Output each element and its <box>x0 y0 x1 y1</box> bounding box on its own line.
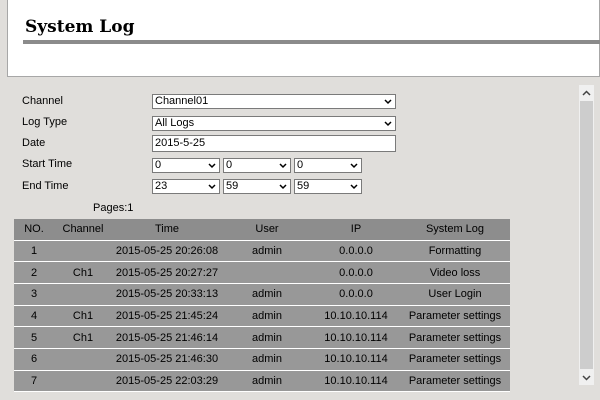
start-second-value: 0 <box>297 159 304 171</box>
cell-user: admin <box>222 240 312 263</box>
date-input[interactable]: 2015-5-25 <box>152 135 396 152</box>
cell-time: 2015-05-25 22:03:29 <box>112 370 222 393</box>
scroll-up-button[interactable] <box>579 85 594 100</box>
cell-no: 2 <box>14 261 54 284</box>
cell-time: 2015-05-25 20:27:27 <box>112 261 222 284</box>
table-row[interactable]: 3 2015-05-25 20:33:13 admin 0.0.0.0 User… <box>14 283 510 306</box>
chevron-down-icon <box>350 163 358 169</box>
cell-user: admin <box>222 305 312 328</box>
cell-time: 2015-05-25 20:33:13 <box>112 283 222 306</box>
cell-time: 2015-05-25 21:46:14 <box>112 326 222 349</box>
start-hour-select[interactable]: 0 <box>152 158 220 173</box>
chevron-down-icon <box>279 184 287 190</box>
cell-user: admin <box>222 326 312 349</box>
logtype-select[interactable]: All Logs <box>152 116 396 131</box>
chevron-down-icon <box>582 374 591 381</box>
start-minute-select[interactable]: 0 <box>223 158 291 173</box>
column-header-ip: IP <box>312 219 400 241</box>
cell-channel <box>54 348 112 371</box>
end-time-label: End Time <box>22 180 69 192</box>
cell-ip: 0.0.0.0 <box>312 261 400 284</box>
table-row[interactable]: 4 Ch1 2015-05-25 21:45:24 admin 10.10.10… <box>14 305 510 328</box>
cell-no: 3 <box>14 283 54 306</box>
channel-select[interactable]: Channel01 <box>152 94 396 109</box>
cell-no: 4 <box>14 305 54 328</box>
chevron-down-icon <box>279 163 287 169</box>
cell-channel <box>54 283 112 306</box>
cell-channel <box>54 240 112 263</box>
end-second-select[interactable]: 59 <box>294 179 362 194</box>
end-minute-value: 59 <box>226 180 239 192</box>
cell-ip: 10.10.10.114 <box>312 305 400 328</box>
cell-ip: 10.10.10.114 <box>312 326 400 349</box>
cell-system-log: Parameter settings <box>400 370 510 393</box>
cell-channel: Ch1 <box>54 261 112 284</box>
cell-no: 5 <box>14 326 54 349</box>
cell-time: 2015-05-25 21:45:24 <box>112 305 222 328</box>
cell-system-log: Video loss <box>400 261 510 284</box>
channel-select-value: Channel01 <box>155 95 209 107</box>
cell-user <box>222 261 312 284</box>
start-hour-value: 0 <box>155 159 162 171</box>
scroll-down-button[interactable] <box>579 370 594 385</box>
table-header-row: NO. Channel Time User IP System Log <box>14 219 510 241</box>
chevron-down-icon <box>384 99 392 105</box>
cell-system-log: Formatting <box>400 240 510 263</box>
end-second-value: 59 <box>297 180 310 192</box>
chevron-down-icon <box>384 121 392 127</box>
column-header-time: Time <box>112 219 222 241</box>
cell-channel: Ch1 <box>54 305 112 328</box>
logtype-label: Log Type <box>22 116 68 128</box>
cell-ip: 0.0.0.0 <box>312 240 400 263</box>
cell-no: 7 <box>14 370 54 393</box>
table-row[interactable]: 7 2015-05-25 22:03:29 admin 10.10.10.114… <box>14 370 510 393</box>
cell-system-log: User Login <box>400 283 510 306</box>
cell-user: admin <box>222 283 312 306</box>
chevron-down-icon <box>350 184 358 190</box>
end-hour-select[interactable]: 23 <box>152 179 220 194</box>
title-divider <box>23 40 600 44</box>
end-minute-select[interactable]: 59 <box>223 179 291 194</box>
column-header-user: User <box>222 219 312 241</box>
chevron-up-icon <box>582 89 591 96</box>
cell-system-log: Parameter settings <box>400 348 510 371</box>
page-header: System Log <box>7 0 600 77</box>
column-header-no: NO. <box>14 219 54 241</box>
cell-channel <box>54 370 112 393</box>
end-hour-value: 23 <box>155 180 168 192</box>
table-row[interactable]: 2 Ch1 2015-05-25 20:27:27 0.0.0.0 Video … <box>14 261 510 284</box>
cell-system-log: Parameter settings <box>400 326 510 349</box>
chevron-down-icon <box>208 184 216 190</box>
cell-ip: 10.10.10.114 <box>312 370 400 393</box>
cell-user: admin <box>222 370 312 393</box>
table-row[interactable]: 5 Ch1 2015-05-25 21:46:14 admin 10.10.10… <box>14 326 510 349</box>
cell-user: admin <box>222 348 312 371</box>
cell-system-log: Parameter settings <box>400 305 510 328</box>
page-title: System Log <box>25 17 135 37</box>
system-log-table: NO. Channel Time User IP System Log 1 20… <box>14 219 510 393</box>
start-second-select[interactable]: 0 <box>294 158 362 173</box>
cell-ip: 10.10.10.114 <box>312 348 400 371</box>
cell-no: 1 <box>14 240 54 263</box>
pages-indicator: Pages:1 <box>93 202 134 214</box>
cell-time: 2015-05-25 20:26:08 <box>112 240 222 263</box>
cell-time: 2015-05-25 21:46:30 <box>112 348 222 371</box>
cell-ip: 0.0.0.0 <box>312 283 400 306</box>
column-header-system-log: System Log <box>400 219 510 241</box>
logtype-select-value: All Logs <box>155 117 195 129</box>
cell-no: 6 <box>14 348 54 371</box>
date-label: Date <box>22 137 46 149</box>
table-row[interactable]: 6 2015-05-25 21:46:30 admin 10.10.10.114… <box>14 348 510 371</box>
chevron-down-icon <box>208 163 216 169</box>
start-time-label: Start Time <box>22 158 73 170</box>
cell-channel: Ch1 <box>54 326 112 349</box>
vertical-scrollbar[interactable] <box>579 85 594 385</box>
start-minute-value: 0 <box>226 159 233 171</box>
column-header-channel: Channel <box>54 219 112 241</box>
channel-label: Channel <box>22 95 63 107</box>
scrollbar-thumb[interactable] <box>580 101 593 369</box>
table-row[interactable]: 1 2015-05-25 20:26:08 admin 0.0.0.0 Form… <box>14 240 510 263</box>
